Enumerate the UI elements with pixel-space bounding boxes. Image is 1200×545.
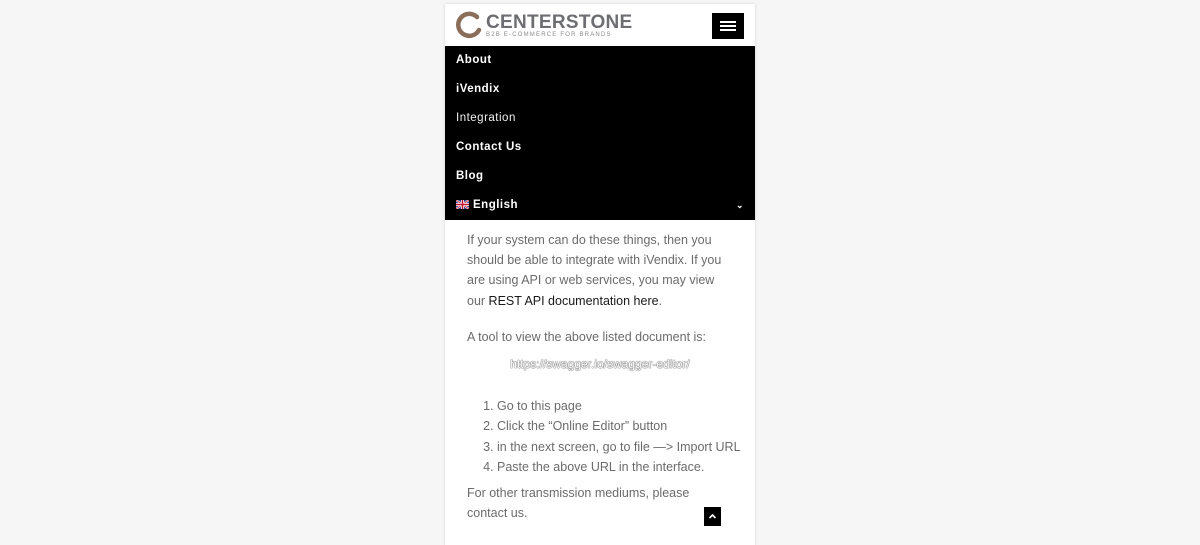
steps-list: Go to this page Click the “Online Editor… [445, 396, 755, 477]
contact-paragraph: For other transmission mediums, please c… [467, 486, 690, 521]
menu-bar-icon [720, 25, 736, 27]
swagger-url[interactable]: https://swagger.io/swagger-editor/ [445, 354, 755, 374]
list-item: in the next screen, go to file —> Import… [497, 437, 755, 457]
logo-ring-icon [456, 11, 482, 39]
chevron-up-icon [708, 513, 717, 519]
mobile-page: CENTERSTONE B2B E-COMMERCE FOR BRANDS Ab… [445, 4, 755, 545]
nav-item-integration[interactable]: Integration [445, 104, 755, 133]
page-content: If your system can do these things, then… [445, 230, 755, 523]
hamburger-menu-button[interactable] [712, 13, 744, 39]
scroll-to-top-button[interactable] [704, 507, 721, 526]
site-header: CENTERSTONE B2B E-COMMERCE FOR BRANDS [445, 4, 755, 47]
tool-paragraph: A tool to view the above listed document… [467, 329, 707, 344]
intro-paragraph: If your system can do these things, then… [467, 230, 733, 311]
uk-flag-icon [456, 200, 469, 209]
brand-name: CENTERSTONE [486, 12, 633, 33]
rest-api-doc-link[interactable]: REST API documentation here [489, 294, 659, 308]
list-item: Go to this page [497, 396, 755, 416]
nav-item-language[interactable]: English ⌄ [445, 191, 755, 220]
nav-item-contact-us[interactable]: Contact Us [445, 133, 755, 162]
menu-bar-icon [720, 29, 736, 31]
intro-period: . [658, 293, 663, 308]
nav-item-about[interactable]: About [445, 46, 755, 75]
brand-tagline: B2B E-COMMERCE FOR BRANDS [486, 32, 612, 38]
chevron-down-icon[interactable]: ⌄ [736, 191, 744, 220]
centerstone-logo[interactable]: CENTERSTONE B2B E-COMMERCE FOR BRANDS [455, 11, 632, 41]
nav-item-blog[interactable]: Blog [445, 162, 755, 191]
mobile-nav-menu: About iVendix Integration Contact Us Blo… [445, 46, 755, 220]
menu-bar-icon [720, 21, 736, 23]
list-item: Click the “Online Editor” button [497, 416, 755, 436]
list-item: Paste the above URL in the interface. [497, 457, 755, 477]
nav-item-ivendix[interactable]: iVendix [445, 75, 755, 104]
language-label: English [473, 199, 519, 211]
